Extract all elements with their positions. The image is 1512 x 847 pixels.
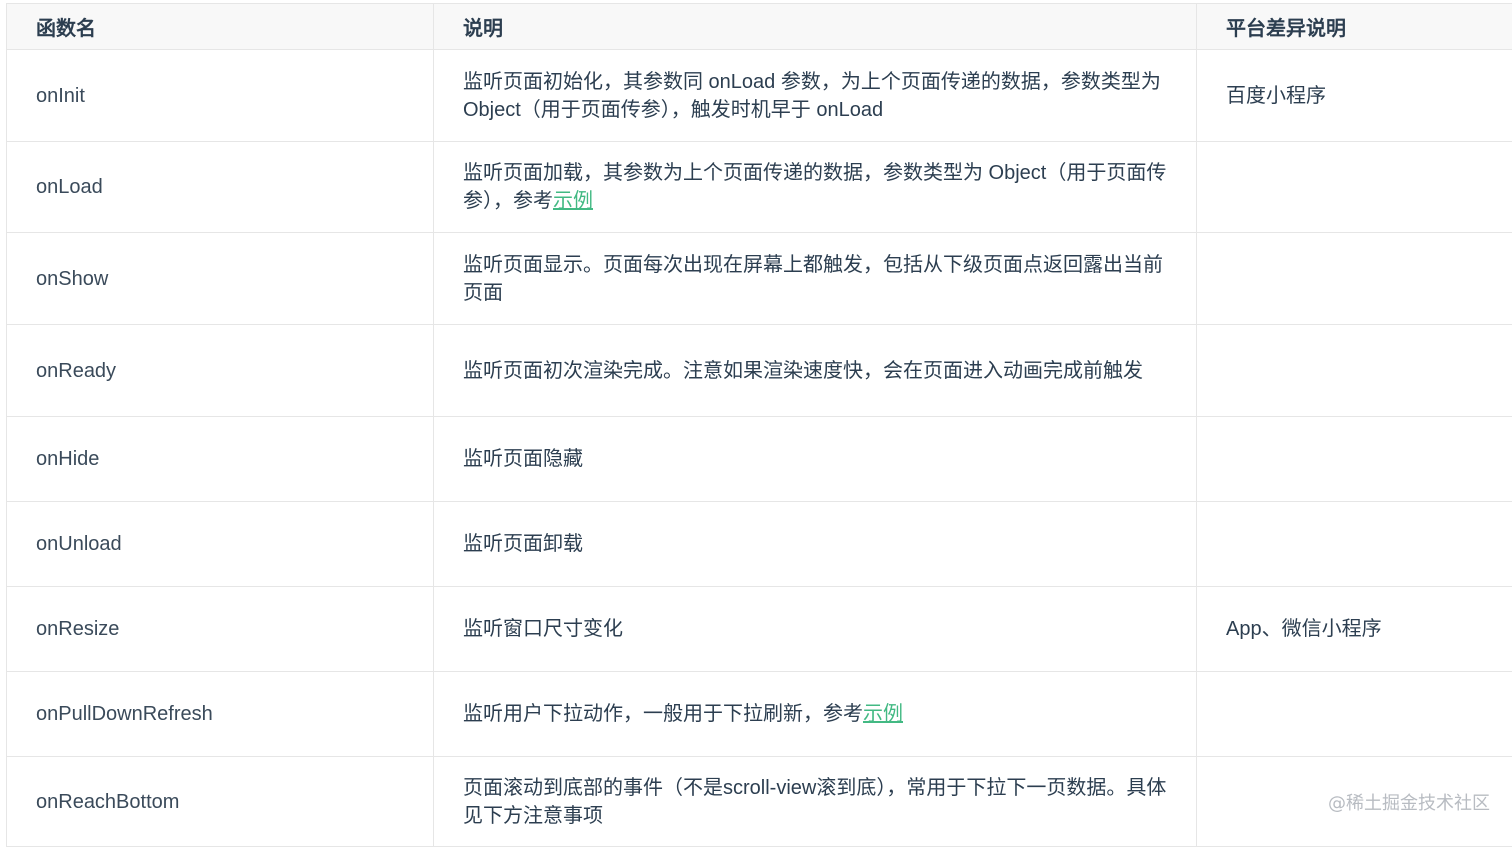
platform-note: 百度小程序 — [1197, 50, 1512, 142]
table-row: onLoad 监听页面加载，其参数为上个页面传递的数据，参数类型为 Object… — [7, 142, 1512, 233]
table-row: onPullDownRefresh 监听用户下拉动作，一般用于下拉刷新，参考示例 — [7, 672, 1512, 757]
platform-note — [1197, 672, 1512, 757]
function-name: onShow — [7, 233, 434, 325]
table-row: onUnload 监听页面卸载 — [7, 502, 1512, 587]
table-header-row: 函数名 说明 平台差异说明 — [7, 4, 1512, 50]
table-row: onShow 监听页面显示。页面每次出现在屏幕上都触发，包括从下级页面点返回露出… — [7, 233, 1512, 325]
function-description: 监听页面隐藏 — [434, 417, 1197, 502]
example-link[interactable]: 示例 — [553, 190, 593, 212]
platform-note — [1197, 142, 1512, 233]
function-name: onReachBottom — [7, 757, 434, 847]
function-name: onResize — [7, 587, 434, 672]
table-row: onHide 监听页面隐藏 — [7, 417, 1512, 502]
function-description: 监听页面初始化，其参数同 onLoad 参数，为上个页面传递的数据，参数类型为 … — [434, 50, 1197, 142]
lifecycle-table: 函数名 说明 平台差异说明 onInit 监听页面初始化，其参数同 onLoad… — [6, 3, 1512, 847]
table-row: onReady 监听页面初次渲染完成。注意如果渲染速度快，会在页面进入动画完成前… — [7, 325, 1512, 417]
function-description: 监听页面显示。页面每次出现在屏幕上都触发，包括从下级页面点返回露出当前页面 — [434, 233, 1197, 325]
function-name: onUnload — [7, 502, 434, 587]
function-name: onLoad — [7, 142, 434, 233]
function-description: 监听页面加载，其参数为上个页面传递的数据，参数类型为 Object（用于页面传参… — [434, 142, 1197, 233]
watermark-text: @稀土掘金技术社区 — [1328, 789, 1490, 815]
header-platform-diff: 平台差异说明 — [1197, 4, 1512, 50]
example-link[interactable]: 示例 — [863, 703, 903, 725]
function-name: onReady — [7, 325, 434, 417]
lifecycle-table-container: 函数名 说明 平台差异说明 onInit 监听页面初始化，其参数同 onLoad… — [6, 3, 1512, 847]
platform-note — [1197, 325, 1512, 417]
table-row: onInit 监听页面初始化，其参数同 onLoad 参数，为上个页面传递的数据… — [7, 50, 1512, 142]
table-row: onResize 监听窗口尺寸变化 App、微信小程序 — [7, 587, 1512, 672]
header-description: 说明 — [434, 4, 1197, 50]
function-description: 监听窗口尺寸变化 — [434, 587, 1197, 672]
function-description: 监听页面初次渲染完成。注意如果渲染速度快，会在页面进入动画完成前触发 — [434, 325, 1197, 417]
platform-note — [1197, 417, 1512, 502]
function-description: 监听用户下拉动作，一般用于下拉刷新，参考示例 — [434, 672, 1197, 757]
header-function-name: 函数名 — [7, 4, 434, 50]
platform-note — [1197, 502, 1512, 587]
function-description: 页面滚动到底部的事件（不是scroll-view滚到底），常用于下拉下一页数据。… — [434, 757, 1197, 847]
platform-note — [1197, 233, 1512, 325]
function-name: onPullDownRefresh — [7, 672, 434, 757]
platform-note: App、微信小程序 — [1197, 587, 1512, 672]
function-description: 监听页面卸载 — [434, 502, 1197, 587]
table-row: onReachBottom 页面滚动到底部的事件（不是scroll-view滚到… — [7, 757, 1512, 847]
function-name: onInit — [7, 50, 434, 142]
function-name: onHide — [7, 417, 434, 502]
